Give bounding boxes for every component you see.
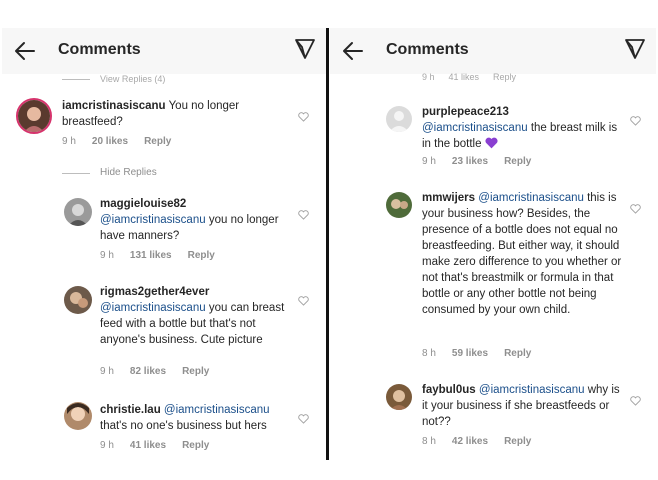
comment-username[interactable]: maggielouise82 — [100, 198, 186, 210]
panel-divider — [326, 28, 329, 460]
comment-username[interactable]: rigmas2gether4ever — [100, 286, 209, 298]
reply-button[interactable]: Reply — [504, 436, 531, 447]
direct-send-icon[interactable] — [624, 38, 646, 60]
avatar[interactable] — [64, 286, 92, 314]
heart-icon[interactable] — [298, 414, 309, 424]
left-comments-screen: Comments View Replies (4) iamcristinasis… — [2, 28, 326, 460]
comment-time: 8 h — [422, 436, 436, 447]
reply-button[interactable]: Reply — [504, 348, 531, 359]
comment-time: 9 h — [422, 72, 435, 82]
reply-button[interactable]: Reply — [493, 72, 516, 82]
avatar[interactable] — [64, 198, 92, 226]
comment-text: faybul0us @iamcristinasiscanu why is it … — [422, 382, 626, 430]
heart-icon[interactable] — [630, 204, 641, 214]
comment-meta: 8 h 59 likes Reply — [422, 348, 547, 359]
avatar[interactable] — [386, 384, 412, 410]
comment-mention[interactable]: @iamcristinasiscanu — [100, 214, 206, 226]
comment-text: maggielouise82 @iamcristinasiscanu you n… — [100, 196, 286, 244]
comment-mention[interactable]: @iamcristinasiscanu — [100, 302, 206, 314]
comment-time: 9 h — [100, 366, 114, 377]
comment-mention[interactable]: @iamcristinasiscanu — [422, 122, 528, 134]
reply-button[interactable]: Reply — [182, 366, 209, 377]
reply-button[interactable]: Reply — [504, 156, 531, 167]
comment-meta: 9 h 23 likes Reply — [422, 156, 547, 167]
direct-send-icon[interactable] — [294, 38, 316, 60]
comment-text: mmwijers @iamcristinasiscanu this is you… — [422, 190, 626, 318]
comment-time: 9 h — [62, 136, 76, 147]
purple-heart-icon — [485, 137, 498, 149]
cutoff-meta: 9 h 41 likes Reply — [422, 72, 516, 82]
hide-replies-link[interactable]: Hide Replies — [100, 167, 157, 178]
likes-count[interactable]: 59 likes — [452, 348, 488, 359]
heart-icon[interactable] — [630, 116, 641, 126]
comment-username[interactable]: purplepeace213 — [422, 106, 509, 118]
divider-line — [62, 79, 90, 80]
comment-mention[interactable]: @iamcristinasiscanu — [478, 192, 584, 204]
comment-mention[interactable]: @iamcristinasiscanu — [479, 384, 585, 396]
comment-username[interactable]: faybul0us — [422, 384, 476, 396]
likes-count[interactable]: 20 likes — [92, 136, 128, 147]
comment-text: rigmas2gether4ever @iamcristinasiscanu y… — [100, 284, 292, 348]
comment-username[interactable]: iamcristinasiscanu — [62, 100, 166, 112]
comment-mention[interactable]: @iamcristinasiscanu — [164, 404, 270, 416]
reply-button[interactable]: Reply — [144, 136, 171, 147]
likes-count[interactable]: 41 likes — [449, 72, 480, 82]
avatar[interactable] — [16, 98, 52, 134]
comment-meta: 9 h 131 likes Reply — [100, 250, 231, 261]
comment-time: 9 h — [100, 440, 114, 451]
comment-meta: 9 h 41 likes Reply — [100, 440, 225, 451]
reply-button[interactable]: Reply — [188, 250, 215, 261]
heart-icon[interactable] — [298, 296, 309, 306]
heart-icon[interactable] — [298, 112, 309, 122]
avatar[interactable] — [64, 402, 92, 430]
likes-count[interactable]: 82 likes — [130, 366, 166, 377]
heart-icon[interactable] — [630, 396, 641, 406]
comment-time: 9 h — [422, 156, 436, 167]
reply-button[interactable]: Reply — [182, 440, 209, 451]
comments-header: Comments — [330, 28, 656, 74]
page-title: Comments — [386, 41, 469, 58]
comment-username[interactable]: mmwijers — [422, 192, 475, 204]
comment-meta: 9 h 82 likes Reply — [100, 366, 225, 377]
avatar[interactable] — [386, 106, 412, 132]
comments-header: Comments — [2, 28, 326, 74]
comment-body: that's no one's business but hers — [100, 420, 267, 432]
comment-meta: 9 h 20 likes Reply — [62, 136, 187, 147]
avatar[interactable] — [386, 192, 412, 218]
comment-time: 8 h — [422, 348, 436, 359]
likes-count[interactable]: 23 likes — [452, 156, 488, 167]
likes-count[interactable]: 42 likes — [452, 436, 488, 447]
divider-line — [62, 173, 90, 174]
comment-text: iamcristinasiscanu You no longer breastf… — [62, 98, 282, 130]
page-title: Comments — [58, 41, 141, 58]
likes-count[interactable]: 131 likes — [130, 250, 172, 261]
likes-count[interactable]: 41 likes — [130, 440, 166, 451]
back-arrow-icon[interactable] — [340, 38, 366, 64]
right-comments-screen: Comments 9 h 41 likes Reply purplepeace213… — [330, 28, 656, 460]
comment-text: purplepeace213 @iamcristinasiscanu the b… — [422, 104, 618, 152]
comment-username[interactable]: christie.lau — [100, 404, 161, 416]
comment-meta: 8 h 42 likes Reply — [422, 436, 547, 447]
back-arrow-icon[interactable] — [12, 38, 38, 64]
comment-time: 9 h — [100, 250, 114, 261]
view-replies-link[interactable]: View Replies (4) — [100, 74, 165, 84]
comment-body: this is your business how? Besides, the … — [422, 192, 622, 316]
heart-icon[interactable] — [298, 210, 309, 220]
comment-text: christie.lau @iamcristinasiscanu that's … — [100, 402, 296, 434]
